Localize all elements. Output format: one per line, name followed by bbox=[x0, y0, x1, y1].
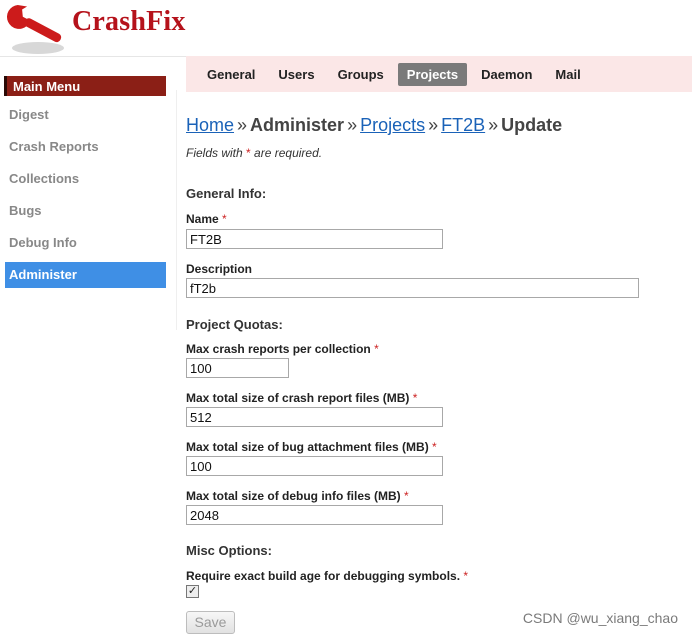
description-label: Description bbox=[186, 262, 253, 276]
required-mark: * bbox=[222, 212, 227, 226]
save-button[interactable]: Save bbox=[186, 611, 235, 634]
description-input[interactable] bbox=[186, 278, 639, 298]
top-nav: General Users Groups Projects Daemon Mai… bbox=[186, 56, 692, 92]
max-reports-input[interactable] bbox=[186, 358, 289, 378]
sidebar-item-administer[interactable]: Administer bbox=[5, 262, 166, 288]
exact-build-label: Require exact build age for debugging sy… bbox=[186, 569, 468, 583]
exact-build-label-text: Require exact build age for debugging sy… bbox=[186, 569, 461, 583]
max-bug-size-label: Max total size of bug attachment files (… bbox=[186, 440, 437, 454]
app-name: CrashFix bbox=[72, 6, 186, 37]
breadcrumb: Home» Administer» Projects» FT2B» Update bbox=[186, 115, 686, 136]
max-bug-size-input[interactable] bbox=[186, 456, 443, 476]
max-bug-size-label-text: Max total size of bug attachment files (… bbox=[186, 440, 429, 454]
tab-mail[interactable]: Mail bbox=[546, 63, 589, 86]
required-mark: * bbox=[432, 440, 437, 454]
max-reports-label: Max crash reports per collection * bbox=[186, 342, 379, 356]
breadcrumb-projects-link[interactable]: Projects bbox=[360, 115, 425, 135]
app-logo: CrashFix bbox=[6, 4, 186, 56]
breadcrumb-separator: » bbox=[237, 115, 248, 135]
watermark-text: CSDN @wu_xiang_chao bbox=[522, 610, 678, 626]
required-mark: * bbox=[463, 569, 469, 583]
required-mark: * bbox=[246, 146, 251, 160]
max-debug-size-label: Max total size of debug info files (MB) … bbox=[186, 489, 409, 503]
required-mark: * bbox=[374, 342, 379, 356]
breadcrumb-separator: » bbox=[347, 115, 358, 135]
max-report-size-input[interactable] bbox=[186, 407, 443, 427]
max-debug-size-label-text: Max total size of debug info files (MB) bbox=[186, 489, 401, 503]
main-content: Home» Administer» Projects» FT2B» Update Fie… bbox=[186, 112, 686, 634]
sidebar-item-crash-reports[interactable]: Crash Reports bbox=[5, 134, 166, 160]
sidebar-item-collections[interactable]: Collections bbox=[5, 166, 166, 192]
sidebar-item-digest[interactable]: Digest bbox=[5, 102, 166, 128]
tab-daemon[interactable]: Daemon bbox=[472, 63, 541, 86]
required-note: Fields with * are required. bbox=[186, 146, 686, 160]
tab-users[interactable]: Users bbox=[269, 63, 323, 86]
section-project-quotas: Project Quotas: bbox=[186, 317, 283, 332]
required-note-prefix: Fields with bbox=[186, 146, 243, 160]
max-report-size-label-text: Max total size of crash report files (MB… bbox=[186, 391, 410, 405]
breadcrumb-separator: » bbox=[488, 115, 499, 135]
exact-build-checkbox[interactable]: ✓ bbox=[186, 585, 199, 598]
max-report-size-label: Max total size of crash report files (MB… bbox=[186, 391, 417, 405]
tab-groups[interactable]: Groups bbox=[329, 63, 393, 86]
breadcrumb-separator: » bbox=[428, 115, 439, 135]
sidebar-header: Main Menu bbox=[4, 76, 166, 96]
breadcrumb-current: Update bbox=[501, 115, 563, 135]
name-label: Name * bbox=[186, 212, 227, 226]
sidebar: Main Menu Digest Crash Reports Collectio… bbox=[0, 76, 176, 288]
name-label-text: Name bbox=[186, 212, 219, 226]
wrench-icon bbox=[6, 4, 64, 54]
tab-general[interactable]: General bbox=[198, 63, 264, 86]
breadcrumb-home-link[interactable]: Home bbox=[186, 115, 234, 135]
max-debug-size-input[interactable] bbox=[186, 505, 443, 525]
max-reports-label-text: Max crash reports per collection bbox=[186, 342, 371, 356]
tab-projects[interactable]: Projects bbox=[397, 62, 468, 86]
sidebar-item-debug-info[interactable]: Debug Info bbox=[5, 230, 166, 256]
required-mark: * bbox=[412, 391, 418, 405]
section-misc-options: Misc Options: bbox=[186, 543, 272, 558]
breadcrumb-administer: Administer bbox=[250, 115, 345, 135]
section-general-info: General Info: bbox=[186, 186, 267, 201]
breadcrumb-project-link[interactable]: FT2B bbox=[441, 115, 485, 135]
required-note-suffix: are required. bbox=[254, 146, 323, 160]
required-mark: * bbox=[404, 489, 409, 503]
sidebar-item-bugs[interactable]: Bugs bbox=[5, 198, 166, 224]
name-input[interactable] bbox=[186, 229, 443, 249]
sidebar-divider bbox=[176, 90, 177, 330]
